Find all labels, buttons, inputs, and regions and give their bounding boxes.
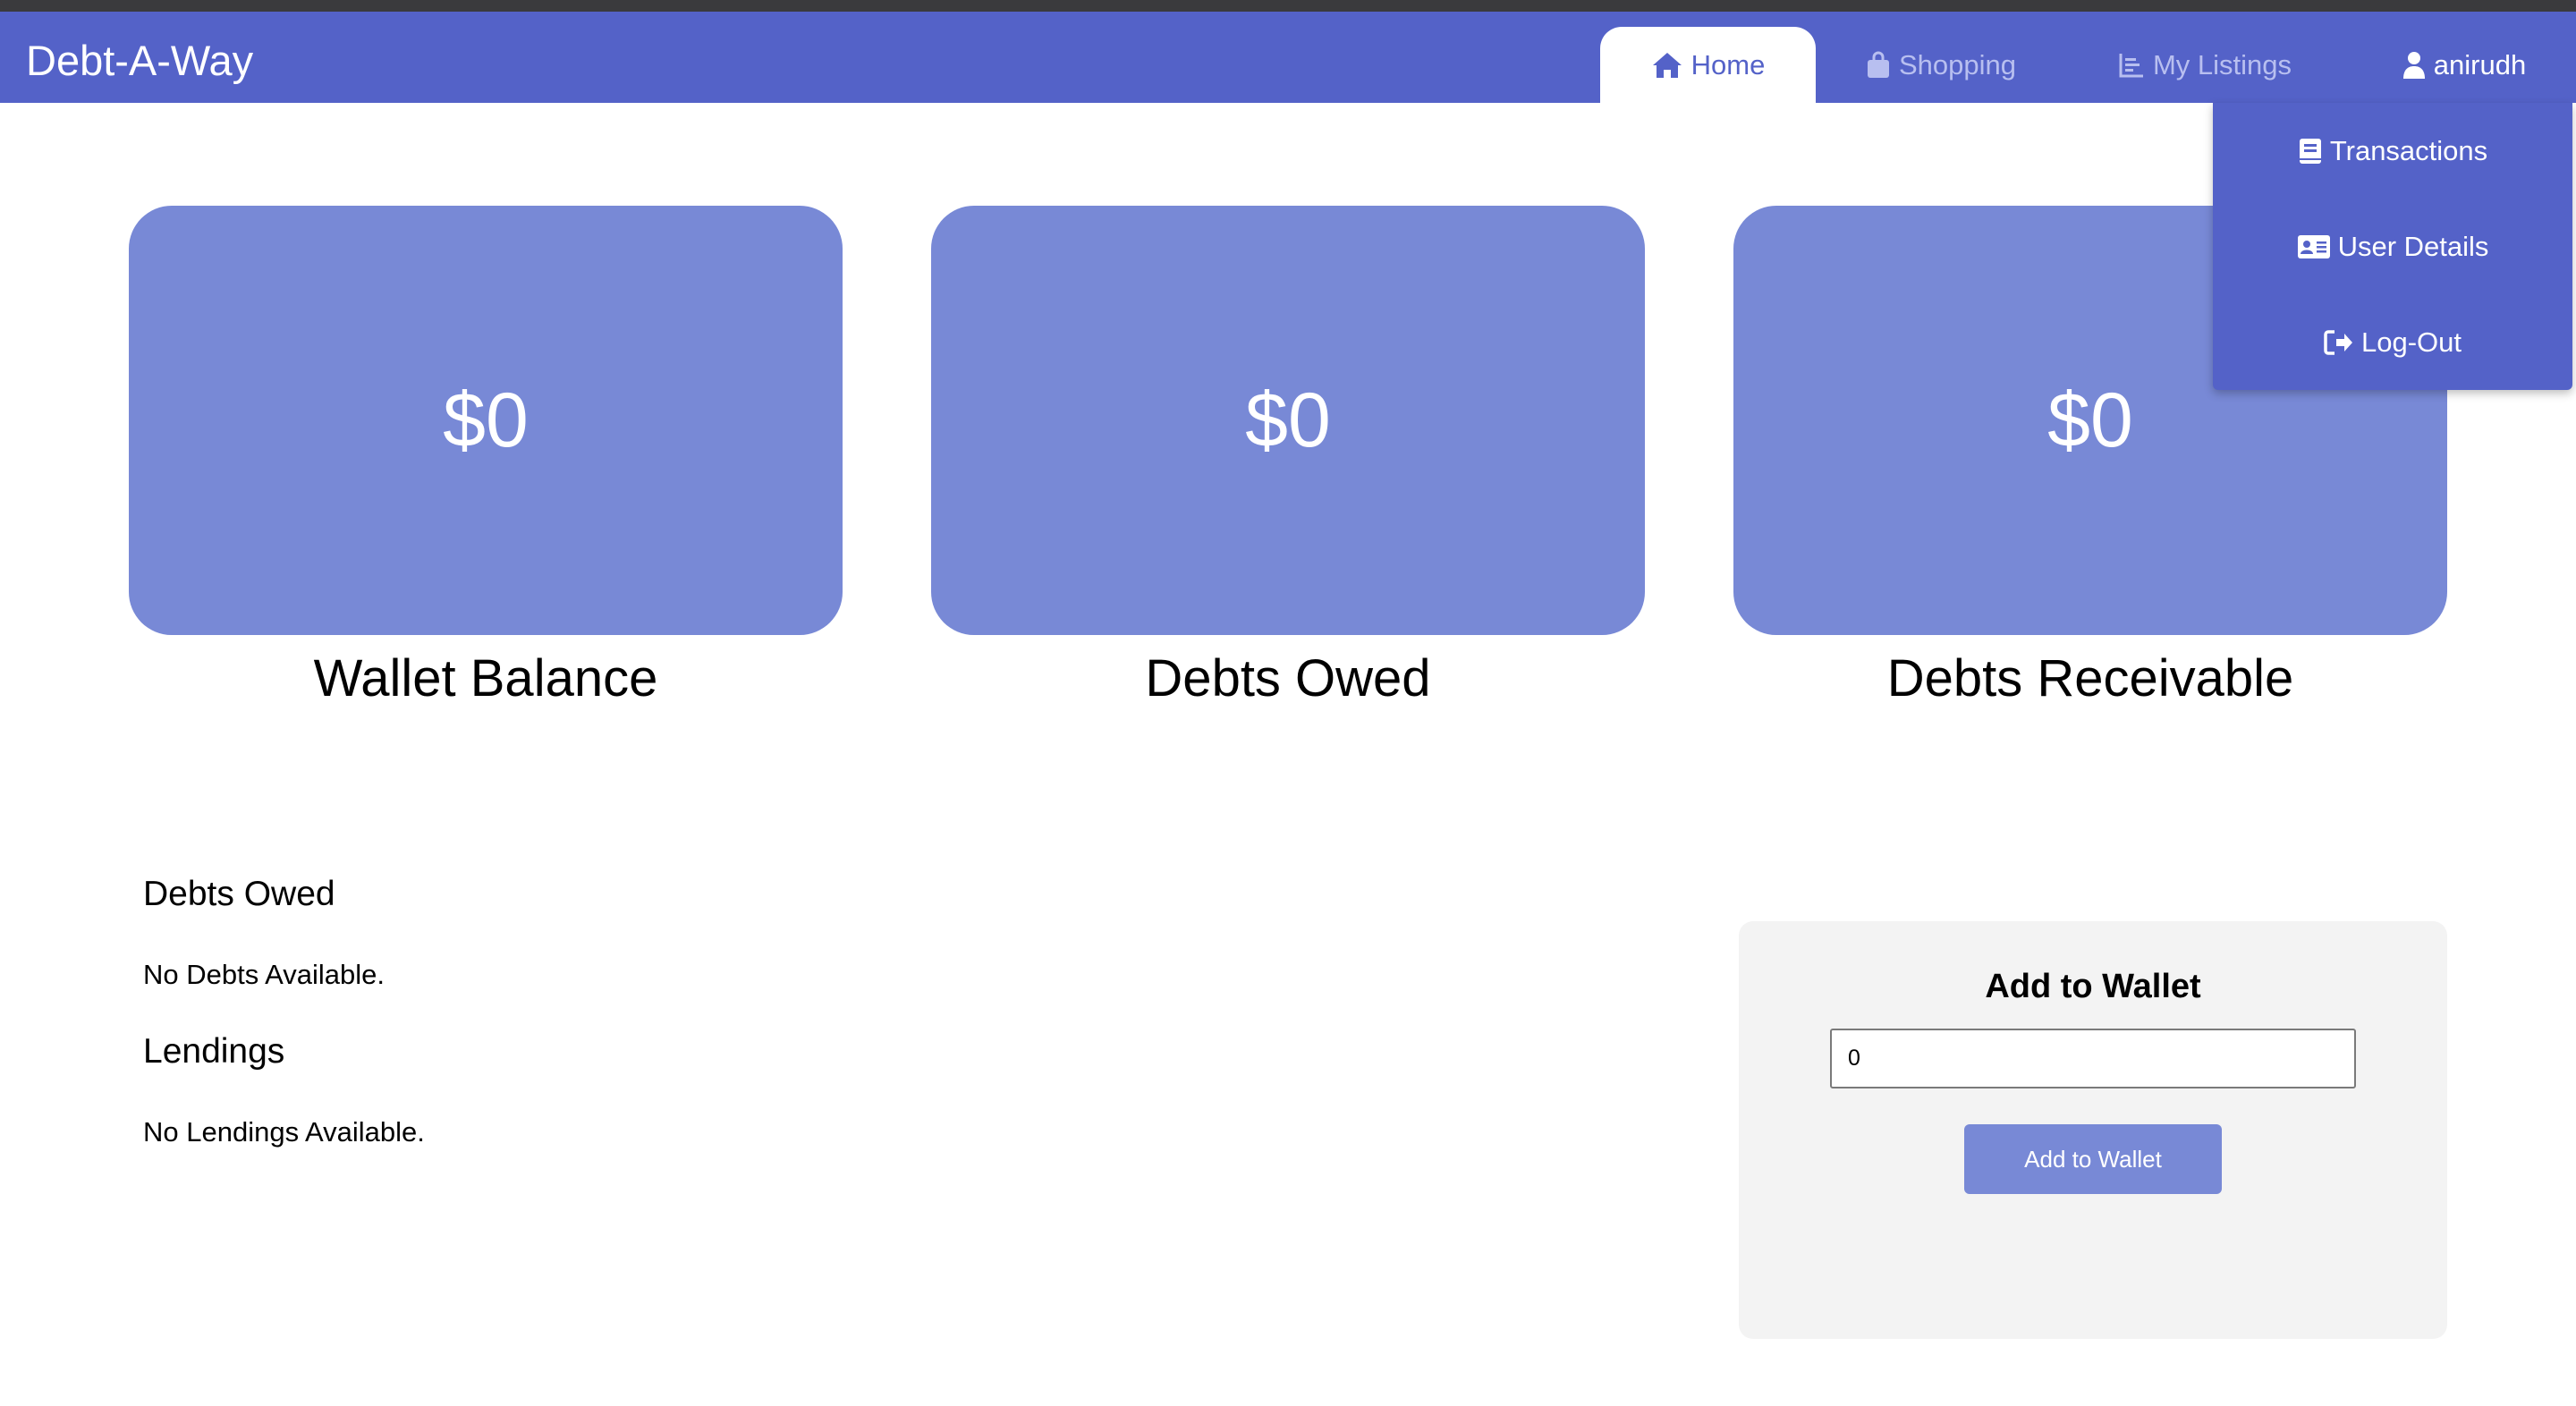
add-to-wallet-button[interactable]: Add to Wallet bbox=[1964, 1124, 2222, 1194]
logout-icon bbox=[2324, 330, 2352, 355]
debts-empty-text: No Debts Available. bbox=[143, 959, 385, 990]
chart-icon bbox=[2119, 53, 2143, 77]
book-icon bbox=[2299, 139, 2321, 164]
lendings-heading: Lendings bbox=[143, 1032, 285, 1071]
debts-receivable-value: $0 bbox=[2047, 377, 2133, 463]
nav-tab-my-listings[interactable]: My Listings bbox=[2102, 27, 2308, 103]
wallet-balance-label: Wallet Balance bbox=[313, 649, 658, 707]
nav-tab-home-label: Home bbox=[1690, 48, 1766, 80]
add-to-wallet-panel: Add to Wallet Add to Wallet bbox=[1739, 921, 2447, 1339]
menu-item-user-details-label: User Details bbox=[2337, 231, 2489, 262]
menu-item-logout-label: Log-Out bbox=[2360, 326, 2462, 358]
user-name-label: anirudh bbox=[2433, 48, 2527, 80]
wallet-balance-card: $0 bbox=[129, 206, 843, 635]
lendings-empty-text: No Lendings Available. bbox=[143, 1116, 425, 1148]
debts-owed-value: $0 bbox=[1245, 377, 1331, 463]
debts-owed-heading: Debts Owed bbox=[143, 875, 335, 913]
menu-item-transactions-label: Transactions bbox=[2329, 135, 2488, 166]
navbar: Debt-A-Way Home Shopping My Listings ani… bbox=[0, 12, 2576, 103]
menu-item-transactions[interactable]: Transactions bbox=[2213, 124, 2572, 178]
brand-logo[interactable]: Debt-A-Way bbox=[26, 12, 253, 103]
debts-owed-card: $0 bbox=[931, 206, 1645, 635]
add-to-wallet-title: Add to Wallet bbox=[1985, 968, 2201, 1005]
menu-item-logout[interactable]: Log-Out bbox=[2213, 316, 2572, 369]
nav-tab-shopping-label: Shopping bbox=[1898, 48, 2016, 80]
id-card-icon bbox=[2297, 235, 2330, 258]
user-menu-toggle[interactable]: anirudh bbox=[2379, 27, 2549, 103]
window-top-strip bbox=[0, 0, 2576, 12]
nav-tab-my-listings-label: My Listings bbox=[2152, 48, 2292, 80]
shopping-bag-icon bbox=[1867, 51, 1889, 78]
menu-item-user-details[interactable]: User Details bbox=[2213, 220, 2572, 274]
nav-tab-home[interactable]: Home bbox=[1600, 27, 1816, 103]
home-icon bbox=[1652, 52, 1682, 78]
debts-owed-label: Debts Owed bbox=[1145, 649, 1431, 707]
wallet-balance-value: $0 bbox=[443, 377, 529, 463]
user-dropdown-menu: Transactions User Details Log-Out bbox=[2213, 103, 2572, 390]
debts-receivable-label: Debts Receivable bbox=[1886, 649, 2294, 707]
user-icon bbox=[2402, 51, 2425, 79]
nav-tab-shopping[interactable]: Shopping bbox=[1852, 27, 2030, 103]
wallet-amount-input[interactable] bbox=[1830, 1029, 2356, 1088]
